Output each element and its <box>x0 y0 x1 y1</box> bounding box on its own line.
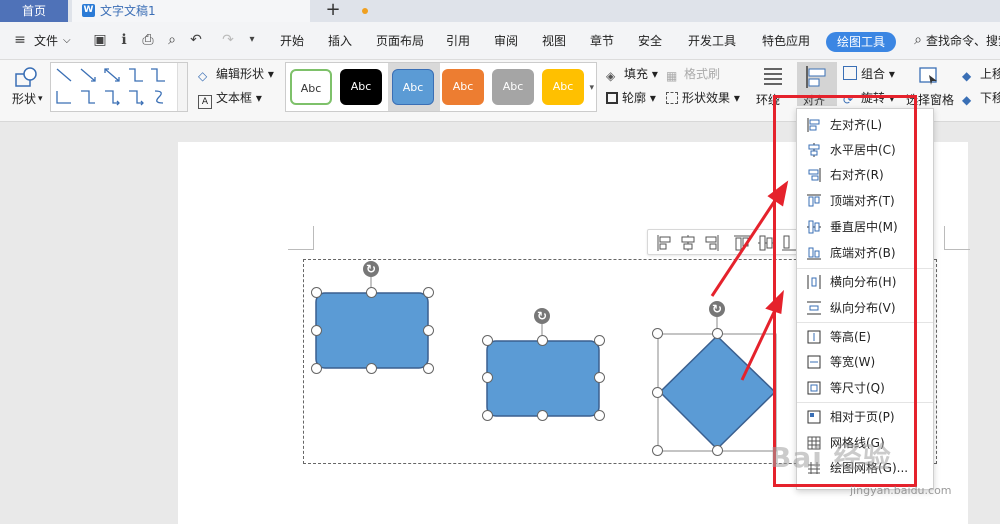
resize-handle[interactable] <box>537 410 548 421</box>
resize-handle[interactable] <box>311 325 322 336</box>
watermark-url: jingyan.baidu.com <box>850 484 952 497</box>
annotation-highlight-frame <box>773 95 917 487</box>
resize-handle[interactable] <box>712 328 723 339</box>
baidu-jingyan-watermark: Bai 经验 <box>770 441 892 474</box>
resize-handle[interactable] <box>482 410 493 421</box>
resize-handle[interactable] <box>652 328 663 339</box>
resize-handle[interactable] <box>594 372 605 383</box>
rotate-handle-icon[interactable]: ↻ <box>363 261 379 277</box>
resize-handle[interactable] <box>366 363 377 374</box>
resize-handle[interactable] <box>423 325 434 336</box>
diamond-shape <box>658 334 777 451</box>
resize-handle[interactable] <box>712 445 723 456</box>
resize-handle[interactable] <box>482 372 493 383</box>
resize-handle[interactable] <box>537 335 548 346</box>
resize-handle[interactable] <box>594 335 605 346</box>
resize-handle[interactable] <box>311 363 322 374</box>
resize-handle[interactable] <box>366 287 377 298</box>
resize-handle[interactable] <box>594 410 605 421</box>
resize-handle[interactable] <box>311 287 322 298</box>
resize-handle[interactable] <box>482 335 493 346</box>
resize-handle[interactable] <box>652 387 663 398</box>
rounded-rectangle-shape-1 <box>315 292 429 369</box>
rotate-handle-icon[interactable]: ↻ <box>709 301 725 317</box>
resize-handle[interactable] <box>652 445 663 456</box>
rounded-rectangle-shape-2 <box>486 340 600 417</box>
resize-handle[interactable] <box>423 287 434 298</box>
annotation-arrow-2 <box>740 307 778 381</box>
annotation-arrow-1 <box>710 195 780 297</box>
resize-handle[interactable] <box>423 363 434 374</box>
rotate-handle-icon[interactable]: ↻ <box>534 308 550 324</box>
